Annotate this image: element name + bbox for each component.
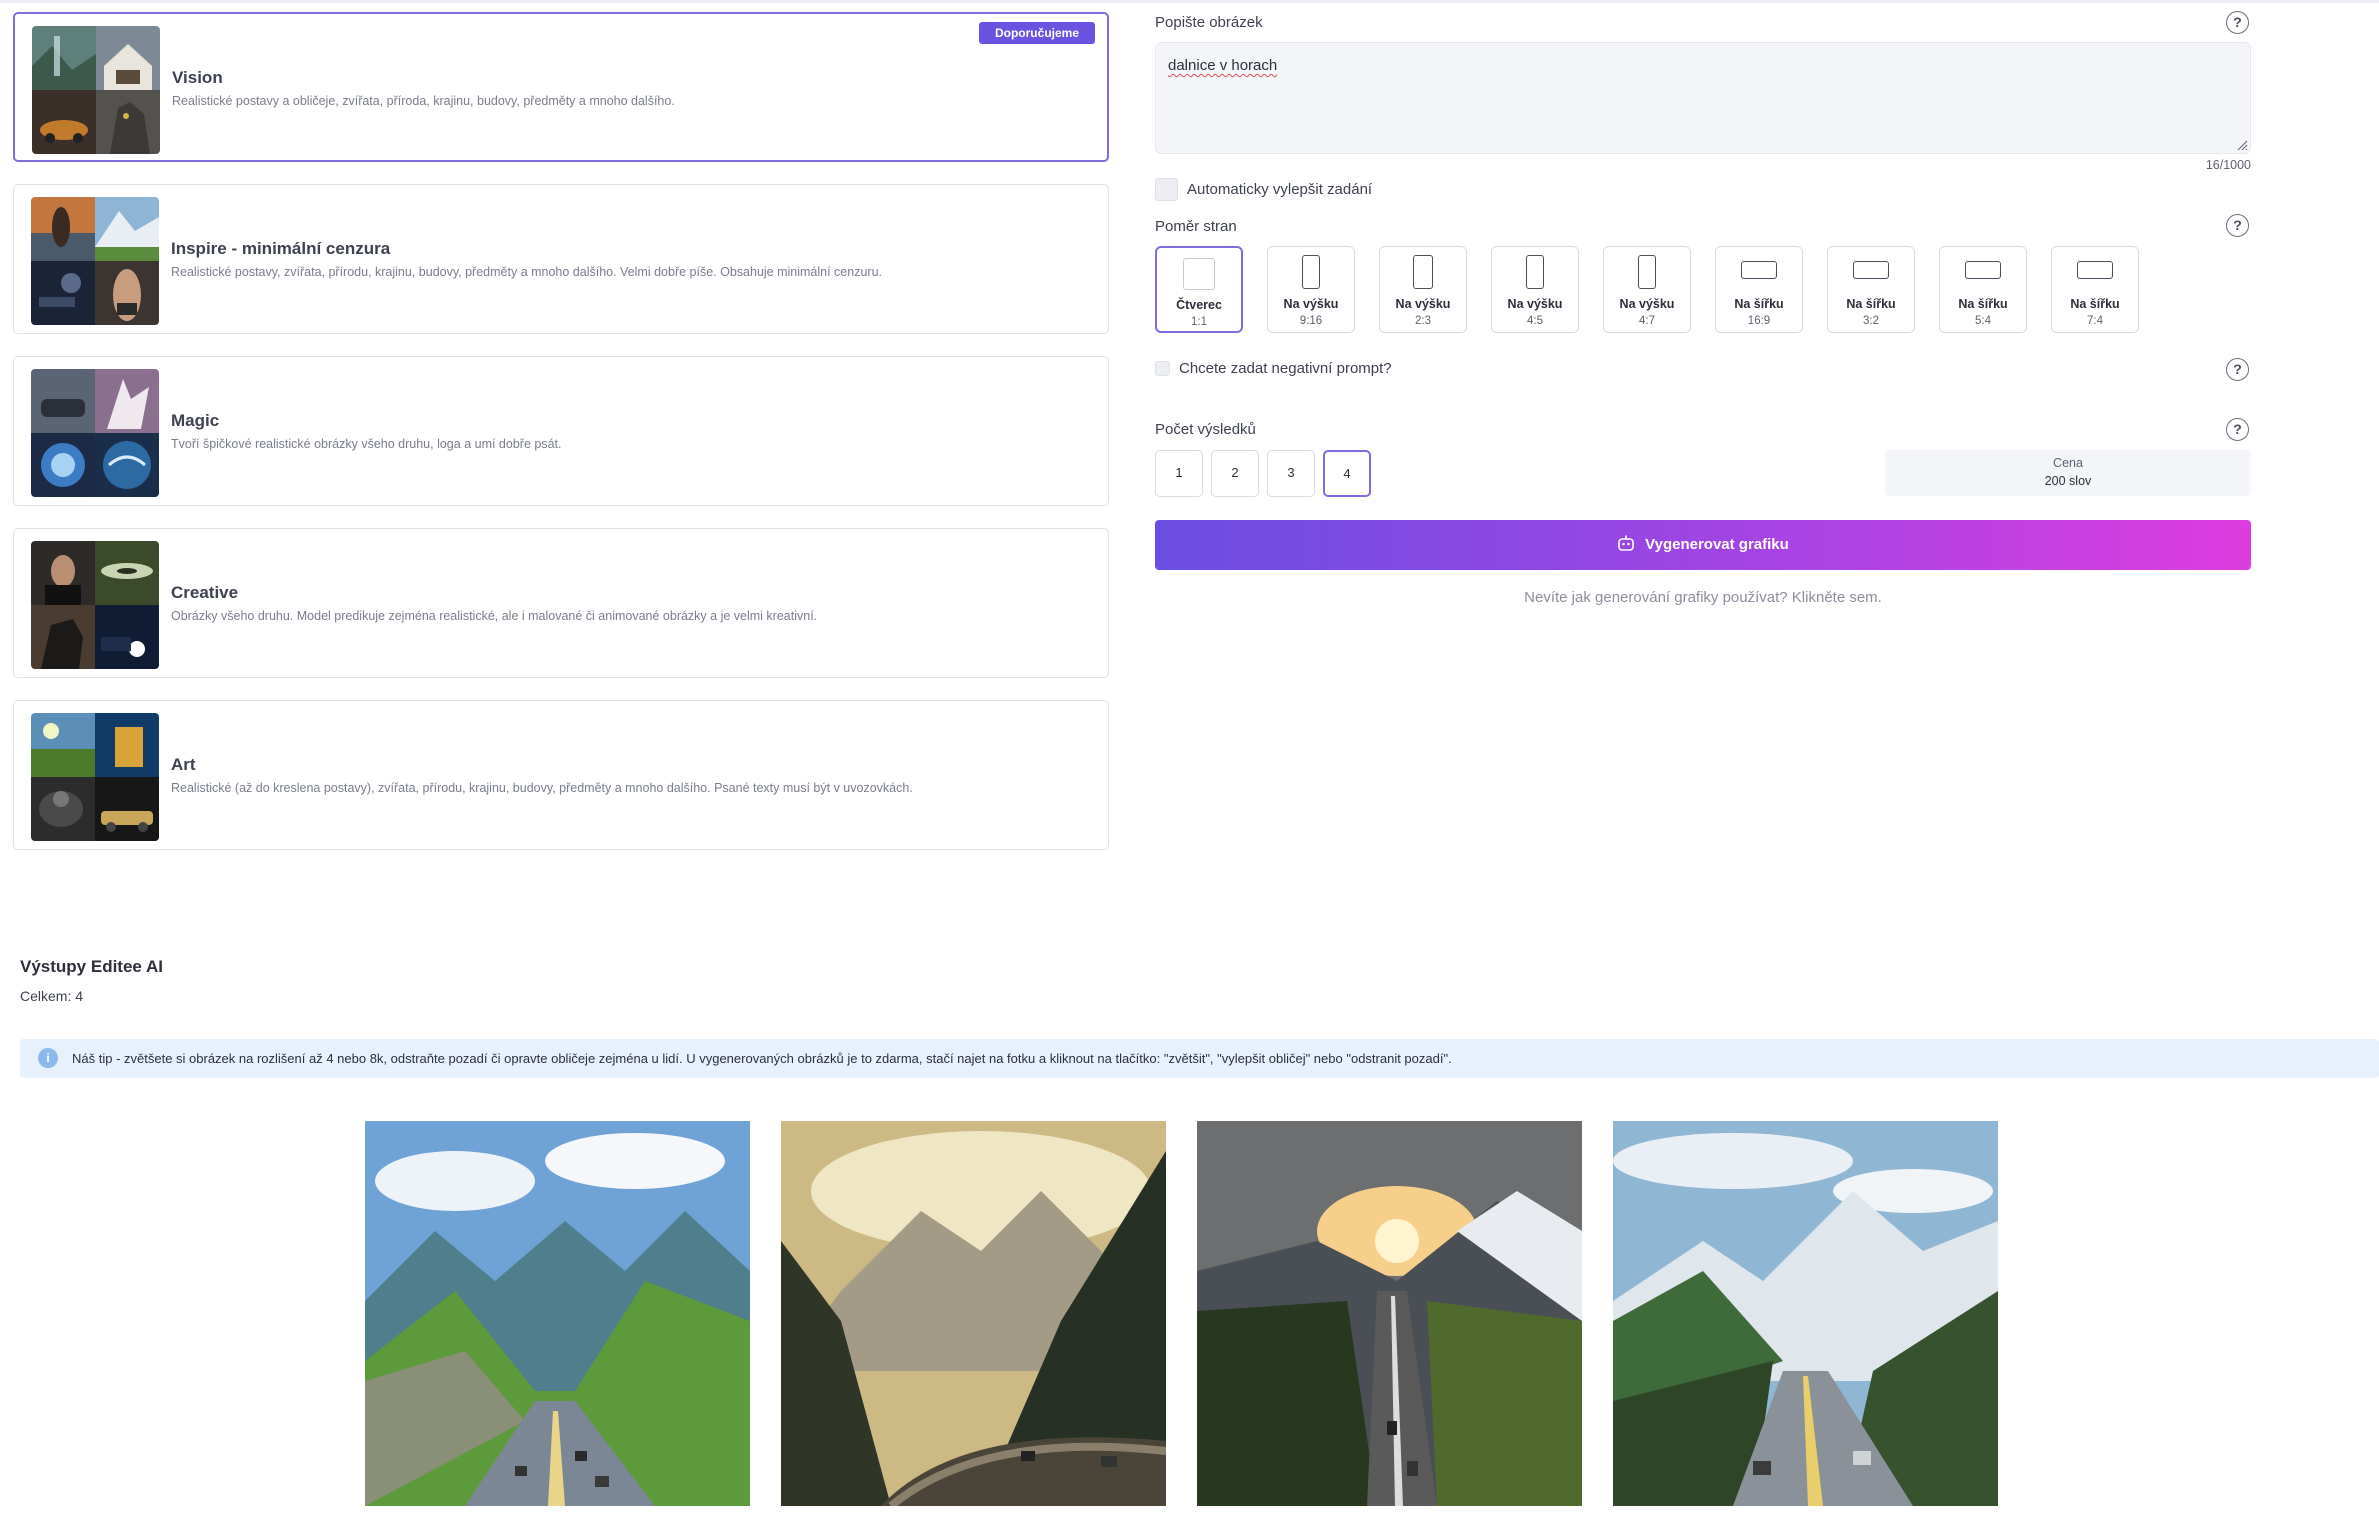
portrait-icon: [1302, 255, 1320, 289]
count-option-4[interactable]: 4: [1323, 450, 1371, 497]
negative-prompt-checkbox[interactable]: [1155, 361, 1170, 376]
portrait-icon: [1413, 255, 1433, 289]
ratio-value: 5:4: [1975, 315, 1991, 327]
ratio-value: 7:4: [2087, 315, 2103, 327]
result-image-2[interactable]: [781, 1121, 1166, 1506]
ratio-option-16-9[interactable]: Na šířku 16:9: [1715, 246, 1803, 333]
model-title: Art: [171, 755, 196, 774]
ratio-name: Na šířku: [2070, 297, 2120, 311]
landscape-icon: [2077, 261, 2113, 279]
ratio-name: Na šířku: [1734, 297, 1784, 311]
ratio-name: Čtverec: [1176, 298, 1222, 312]
count-option-3[interactable]: 3: [1267, 450, 1315, 497]
tip-banner: i Náš tip - zvětšete si obrázek na rozli…: [20, 1039, 2379, 1078]
ratio-value: 3:2: [1863, 315, 1879, 327]
ratio-value: 16:9: [1747, 315, 1771, 327]
result-image-4[interactable]: [1613, 1121, 1998, 1506]
recommended-badge: Doporučujeme: [978, 22, 1095, 44]
ratio-option-3-2[interactable]: Na šířku 3:2: [1827, 246, 1915, 333]
ratio-option-4-5[interactable]: Na výšku 4:5: [1491, 246, 1579, 333]
auto-improve-checkbox[interactable]: [1155, 178, 1178, 201]
square-icon: [1183, 258, 1215, 290]
ratio-value: 9:16: [1299, 315, 1323, 327]
robot-icon: [1618, 535, 1634, 551]
aspect-help-icon[interactable]: ?: [2226, 214, 2249, 237]
model-title: Vision: [172, 68, 223, 87]
count-option-2[interactable]: 2: [1211, 450, 1259, 497]
model-thumbnail-vision: [32, 26, 160, 154]
price-label: Cena: [2053, 456, 2083, 470]
model-thumbnail-magic: [31, 369, 159, 497]
help-link[interactable]: Nevíte jak generování grafiky používat? …: [1155, 589, 2251, 606]
model-description: Realistické postavy, zvířata, přírodu, k…: [171, 265, 882, 279]
model-description: Tvoří špičkové realistické obrázky všeho…: [171, 437, 562, 451]
ratio-option-2-3[interactable]: Na výšku 2:3: [1379, 246, 1467, 333]
result-image-1[interactable]: [365, 1121, 750, 1506]
ratio-option-9-16[interactable]: Na výšku 9:16: [1267, 246, 1355, 333]
price-box: Cena 200 slov: [1885, 450, 2251, 496]
negative-help-icon[interactable]: ?: [2226, 358, 2249, 381]
landscape-icon: [1741, 261, 1777, 279]
prompt-textarea[interactable]: dalnice v horach: [1155, 42, 2251, 154]
resize-grip-icon[interactable]: [2236, 139, 2248, 151]
model-card-vision[interactable]: Vision Realistické postavy a obličeje, z…: [13, 12, 1109, 162]
model-title: Creative: [171, 583, 239, 602]
results-count-label: Počet výsledků: [1155, 421, 1256, 438]
ratio-name: Na výšku: [1283, 297, 1339, 311]
generate-button[interactable]: Vygenerovat grafiku: [1155, 520, 2251, 570]
generate-button-label: Vygenerovat grafiku: [1645, 536, 1789, 553]
character-counter: 16/1000: [2205, 158, 2251, 172]
model-title: Magic: [171, 411, 220, 430]
result-image-3[interactable]: [1197, 1121, 1582, 1506]
info-icon: i: [38, 1048, 58, 1068]
prompt-help-icon[interactable]: ?: [2226, 11, 2249, 34]
results-help-icon[interactable]: ?: [2226, 418, 2249, 441]
model-title: Inspire - minimální cenzura: [171, 239, 391, 258]
ratio-name: Na výšku: [1507, 297, 1563, 311]
landscape-icon: [1853, 261, 1889, 279]
landscape-icon: [1965, 261, 2001, 279]
model-thumbnail-art: [31, 713, 159, 841]
top-divider: [0, 0, 2379, 3]
ratio-name: Na výšku: [1395, 297, 1451, 311]
prompt-text: dalnice v horach: [1168, 57, 1278, 74]
prompt-label: Popište obrázek: [1155, 14, 1263, 31]
ratio-value: 1:1: [1191, 316, 1207, 328]
ratio-name: Na šířku: [1958, 297, 2008, 311]
model-card-creative[interactable]: Creative Obrázky všeho druhu. Model pred…: [13, 528, 1109, 678]
portrait-icon: [1638, 255, 1656, 289]
negative-prompt-label: Chcete zadat negativní prompt?: [1179, 360, 1392, 377]
model-description: Realistické (až do kreslena postavy), zv…: [171, 781, 913, 795]
ratio-name: Na šířku: [1846, 297, 1896, 311]
ratio-option-1-1[interactable]: Čtverec 1:1: [1155, 246, 1243, 333]
aspect-ratio-label: Poměr stran: [1155, 218, 1237, 235]
ratio-name: Na výšku: [1619, 297, 1675, 311]
outputs-total: Celkem: 4: [20, 988, 84, 1004]
tip-text: Náš tip - zvětšete si obrázek na rozliše…: [72, 1051, 1452, 1066]
portrait-icon: [1526, 255, 1544, 289]
ratio-value: 2:3: [1415, 315, 1431, 327]
auto-improve-label: Automaticky vylepšit zadání: [1187, 181, 1373, 198]
ratio-option-7-4[interactable]: Na šířku 7:4: [2051, 246, 2139, 333]
outputs-title: Výstupy Editee AI: [20, 957, 163, 976]
ratio-value: 4:5: [1527, 315, 1543, 327]
model-description: Obrázky všeho druhu. Model predikuje zej…: [171, 609, 818, 623]
model-card-art[interactable]: Art Realistické (až do kreslena postavy)…: [13, 700, 1109, 850]
ratio-option-5-4[interactable]: Na šířku 5:4: [1939, 246, 2027, 333]
ratio-value: 4:7: [1639, 315, 1655, 327]
count-option-1[interactable]: 1: [1155, 450, 1203, 497]
model-description: Realistické postavy a obličeje, zvířata,…: [172, 94, 675, 108]
price-value: 200 slov: [2044, 474, 2092, 488]
model-card-magic[interactable]: Magic Tvoří špičkové realistické obrázky…: [13, 356, 1109, 506]
model-card-inspire[interactable]: Inspire - minimální cenzura Realistické …: [13, 184, 1109, 334]
model-thumbnail-inspire: [31, 197, 159, 325]
ratio-option-4-7[interactable]: Na výšku 4:7: [1603, 246, 1691, 333]
model-thumbnail-creative: [31, 541, 159, 669]
